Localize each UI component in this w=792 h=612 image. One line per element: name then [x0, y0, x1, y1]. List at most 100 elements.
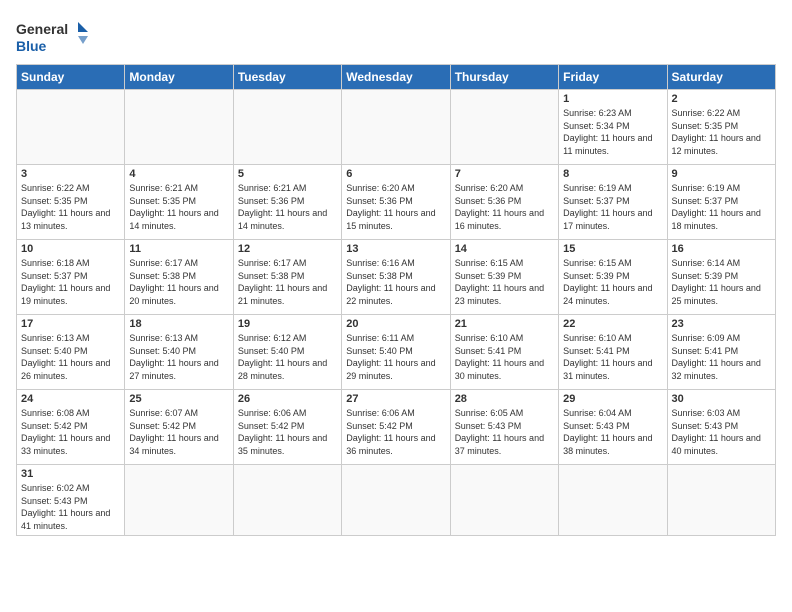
- calendar-cell: 6Sunrise: 6:20 AM Sunset: 5:36 PM Daylig…: [342, 165, 450, 240]
- day-number: 20: [346, 318, 445, 330]
- day-info: Sunrise: 6:08 AM Sunset: 5:42 PM Dayligh…: [21, 407, 120, 457]
- calendar-cell: 19 Sunrise: 6:12 AM Sunset: 5:40 PM Dayli…: [233, 315, 341, 390]
- day-number: 17: [21, 318, 120, 330]
- calendar-cell: [450, 90, 558, 165]
- day-info: Sunrise: 6:15 AM Sunset: 5:39 PM Dayligh…: [563, 257, 662, 307]
- calendar-table: SundayMondayTuesdayWednesdayThursdayFrid…: [16, 64, 776, 536]
- day-number: 11: [129, 243, 228, 255]
- day-info: Sunrise: 6:04 AM Sunset: 5:43 PM Dayligh…: [563, 407, 662, 457]
- day-info: Sunrise: 6:11 AM Sunset: 5:40 PM Dayligh…: [346, 332, 445, 382]
- day-info: Sunrise: 6:02 AM Sunset: 5:43 PM Dayligh…: [21, 482, 120, 532]
- day-info: Sunrise: 6:10 AM Sunset: 5:41 PM Dayligh…: [563, 332, 662, 382]
- day-number: 24: [21, 393, 120, 405]
- column-header-saturday: Saturday: [667, 65, 775, 90]
- calendar-cell: 30Sunrise: 6:03 AM Sunset: 5:43 PM Dayli…: [667, 390, 775, 465]
- day-info: Sunrise: 6:17 AM Sunset: 5:38 PM Dayligh…: [238, 257, 337, 307]
- day-number: 16: [672, 243, 771, 255]
- calendar-cell: 8 Sunrise: 6:19 AM Sunset: 5:37 PM Daylig…: [559, 165, 667, 240]
- day-number: 2: [672, 93, 771, 105]
- day-number: 19: [238, 318, 337, 330]
- calendar-cell: [450, 465, 558, 536]
- calendar-cell: 17Sunrise: 6:13 AM Sunset: 5:40 PM Dayli…: [17, 315, 125, 390]
- column-header-tuesday: Tuesday: [233, 65, 341, 90]
- day-info: Sunrise: 6:16 AM Sunset: 5:38 PM Dayligh…: [346, 257, 445, 307]
- day-info: Sunrise: 6:13 AM Sunset: 5:40 PM Dayligh…: [129, 332, 228, 382]
- day-info: Sunrise: 6:18 AM Sunset: 5:37 PM Dayligh…: [21, 257, 120, 307]
- calendar-cell: 10 Sunrise: 6:18 AM Sunset: 5:37 PM Dayli…: [17, 240, 125, 315]
- generalblue-logo-icon: General Blue: [16, 16, 96, 56]
- day-number: 5: [238, 168, 337, 180]
- column-header-monday: Monday: [125, 65, 233, 90]
- day-info: Sunrise: 6:20 AM Sunset: 5:36 PM Dayligh…: [346, 182, 445, 232]
- calendar-cell: [667, 465, 775, 536]
- day-number: 3: [21, 168, 120, 180]
- calendar-cell: [559, 465, 667, 536]
- day-number: 21: [455, 318, 554, 330]
- day-number: 18: [129, 318, 228, 330]
- day-number: 29: [563, 393, 662, 405]
- day-info: Sunrise: 6:05 AM Sunset: 5:43 PM Dayligh…: [455, 407, 554, 457]
- day-info: Sunrise: 6:21 AM Sunset: 5:35 PM Dayligh…: [129, 182, 228, 232]
- calendar-cell: [233, 90, 341, 165]
- day-number: 26: [238, 393, 337, 405]
- day-info: Sunrise: 6:21 AM Sunset: 5:36 PM Dayligh…: [238, 182, 337, 232]
- calendar-cell: 13 Sunrise: 6:16 AM Sunset: 5:38 PM Dayli…: [342, 240, 450, 315]
- day-number: 7: [455, 168, 554, 180]
- calendar-cell: 23Sunrise: 6:09 AM Sunset: 5:41 PM Dayli…: [667, 315, 775, 390]
- day-info: Sunrise: 6:20 AM Sunset: 5:36 PM Dayligh…: [455, 182, 554, 232]
- day-number: 28: [455, 393, 554, 405]
- calendar-cell: 2Sunrise: 6:22 AM Sunset: 5:35 PM Daylig…: [667, 90, 775, 165]
- calendar-cell: [342, 465, 450, 536]
- day-info: Sunrise: 6:19 AM Sunset: 5:37 PM Dayligh…: [563, 182, 662, 232]
- day-number: 1: [563, 93, 662, 105]
- calendar-cell: 12 Sunrise: 6:17 AM Sunset: 5:38 PM Dayli…: [233, 240, 341, 315]
- calendar-cell: 26Sunrise: 6:06 AM Sunset: 5:42 PM Dayli…: [233, 390, 341, 465]
- calendar-cell: [125, 90, 233, 165]
- calendar-cell: 3Sunrise: 6:22 AM Sunset: 5:35 PM Daylig…: [17, 165, 125, 240]
- header: General Blue: [16, 16, 776, 56]
- calendar-cell: [233, 465, 341, 536]
- calendar-cell: 18 Sunrise: 6:13 AM Sunset: 5:40 PM Dayli…: [125, 315, 233, 390]
- day-number: 27: [346, 393, 445, 405]
- calendar-cell: [342, 90, 450, 165]
- calendar-cell: 14 Sunrise: 6:15 AM Sunset: 5:39 PM Dayli…: [450, 240, 558, 315]
- calendar-cell: 20 Sunrise: 6:11 AM Sunset: 5:40 PM Dayli…: [342, 315, 450, 390]
- day-info: Sunrise: 6:17 AM Sunset: 5:38 PM Dayligh…: [129, 257, 228, 307]
- day-number: 4: [129, 168, 228, 180]
- day-number: 23: [672, 318, 771, 330]
- day-number: 31: [21, 468, 120, 480]
- day-info: Sunrise: 6:03 AM Sunset: 5:43 PM Dayligh…: [672, 407, 771, 457]
- column-header-wednesday: Wednesday: [342, 65, 450, 90]
- day-number: 13: [346, 243, 445, 255]
- day-info: Sunrise: 6:14 AM Sunset: 5:39 PM Dayligh…: [672, 257, 771, 307]
- calendar-cell: 21 Sunrise: 6:10 AM Sunset: 5:41 PM Dayli…: [450, 315, 558, 390]
- calendar-cell: 4 Sunrise: 6:21 AM Sunset: 5:35 PM Daylig…: [125, 165, 233, 240]
- calendar-cell: [17, 90, 125, 165]
- day-number: 14: [455, 243, 554, 255]
- day-number: 8: [563, 168, 662, 180]
- day-number: 10: [21, 243, 120, 255]
- calendar-cell: 11 Sunrise: 6:17 AM Sunset: 5:38 PM Dayli…: [125, 240, 233, 315]
- calendar-cell: 5 Sunrise: 6:21 AM Sunset: 5:36 PM Daylig…: [233, 165, 341, 240]
- calendar-cell: [125, 465, 233, 536]
- calendar-cell: 16 Sunrise: 6:14 AM Sunset: 5:39 PM Dayli…: [667, 240, 775, 315]
- calendar-cell: 25Sunrise: 6:07 AM Sunset: 5:42 PM Dayli…: [125, 390, 233, 465]
- day-info: Sunrise: 6:10 AM Sunset: 5:41 PM Dayligh…: [455, 332, 554, 382]
- day-number: 15: [563, 243, 662, 255]
- day-info: Sunrise: 6:07 AM Sunset: 5:42 PM Dayligh…: [129, 407, 228, 457]
- calendar-cell: 28 Sunrise: 6:05 AM Sunset: 5:43 PM Dayli…: [450, 390, 558, 465]
- calendar-cell: 22Sunrise: 6:10 AM Sunset: 5:41 PM Dayli…: [559, 315, 667, 390]
- day-info: Sunrise: 6:06 AM Sunset: 5:42 PM Dayligh…: [346, 407, 445, 457]
- calendar-cell: 29 Sunrise: 6:04 AM Sunset: 5:43 PM Dayli…: [559, 390, 667, 465]
- day-info: Sunrise: 6:12 AM Sunset: 5:40 PM Dayligh…: [238, 332, 337, 382]
- day-info: Sunrise: 6:19 AM Sunset: 5:37 PM Dayligh…: [672, 182, 771, 232]
- day-info: Sunrise: 6:15 AM Sunset: 5:39 PM Dayligh…: [455, 257, 554, 307]
- calendar-cell: 9 Sunrise: 6:19 AM Sunset: 5:37 PM Daylig…: [667, 165, 775, 240]
- day-info: Sunrise: 6:23 AM Sunset: 5:34 PM Dayligh…: [563, 107, 662, 157]
- column-header-friday: Friday: [559, 65, 667, 90]
- calendar-cell: 7 Sunrise: 6:20 AM Sunset: 5:36 PM Daylig…: [450, 165, 558, 240]
- day-number: 12: [238, 243, 337, 255]
- day-number: 9: [672, 168, 771, 180]
- calendar-cell: 27 Sunrise: 6:06 AM Sunset: 5:42 PM Dayli…: [342, 390, 450, 465]
- logo: General Blue: [16, 16, 96, 56]
